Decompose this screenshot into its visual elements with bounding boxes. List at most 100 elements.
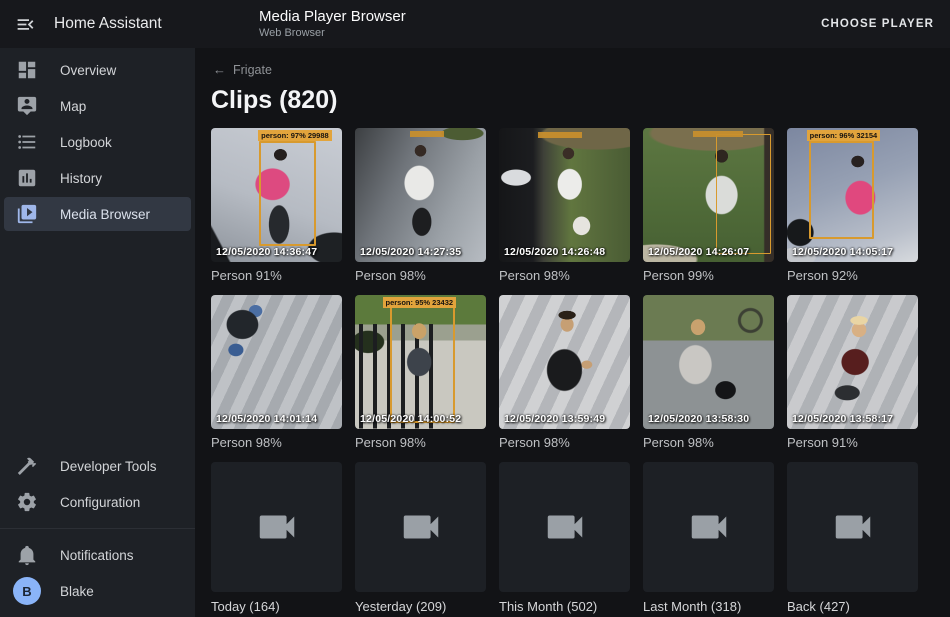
breadcrumb-back-frigate[interactable]: ← Frigate — [211, 62, 272, 77]
page-section-title: Clips (820) — [211, 86, 950, 115]
clip-caption: Person 98% — [499, 268, 630, 283]
video-camera-icon — [686, 504, 732, 550]
sidebar-spacer — [0, 232, 195, 448]
clip-caption: Person 91% — [211, 268, 342, 283]
clip-card: 12/05/2020 14:27:35 Person 98% — [355, 128, 486, 283]
sidebar-item-label: History — [60, 171, 102, 186]
folder-tile-yesterday[interactable] — [355, 462, 486, 592]
clip-card: 12/05/2020 14:26:48 Person 98% — [499, 128, 630, 283]
app-title: Home Assistant — [54, 15, 162, 33]
clip-card: person: 95% 23432 12/05/2020 14:00:52 Pe… — [355, 295, 486, 450]
clip-thumbnail[interactable]: person: 96% 32154 12/05/2020 14:05:17 — [787, 128, 918, 262]
clip-card: 12/05/2020 13:58:30 Person 98% — [643, 295, 774, 450]
clip-thumbnail[interactable]: 12/05/2020 13:58:30 — [643, 295, 774, 429]
media-browser-content: ← Frigate Clips (820) person: 97% 29988 … — [195, 48, 950, 617]
detection-label — [693, 131, 743, 137]
folder-label: Last Month (318) — [643, 599, 774, 614]
sidebar-item-label: Overview — [60, 63, 116, 78]
folder-card: Today (164) — [211, 462, 342, 614]
sidebar-item-map[interactable]: Map — [4, 89, 191, 123]
sidebar: Overview Map Logbook History Media Brows… — [0, 48, 195, 617]
folder-tile-this-month[interactable] — [499, 462, 630, 592]
clip-card: 12/05/2020 13:58:17 Person 91% — [787, 295, 918, 450]
page-subtitle: Web Browser — [259, 27, 406, 40]
video-camera-icon — [254, 504, 300, 550]
sidebar-item-label: Configuration — [60, 495, 140, 510]
clip-timestamp-overlay: 12/05/2020 14:27:35 — [360, 246, 461, 258]
detection-label — [538, 132, 582, 138]
detection-label: person: 97% 29988 — [258, 130, 332, 141]
sidebar-item-overview[interactable]: Overview — [4, 53, 191, 87]
play-box-multiple-icon — [16, 203, 38, 225]
clip-caption: Person 99% — [643, 268, 774, 283]
bell-icon — [16, 544, 38, 566]
folder-card: Back (427) — [787, 462, 918, 614]
sidebar-item-logbook[interactable]: Logbook — [4, 125, 191, 159]
back-arrow-icon: ← — [213, 62, 226, 77]
clips-grid: person: 97% 29988 12/05/2020 14:36:47 Pe… — [211, 128, 950, 614]
clip-timestamp-overlay: 12/05/2020 14:05:17 — [792, 246, 893, 258]
clip-thumbnail[interactable]: 12/05/2020 14:26:48 — [499, 128, 630, 262]
clip-card: 12/05/2020 14:26:07 Person 99% — [643, 128, 774, 283]
detection-bbox — [390, 306, 454, 423]
sidebar-item-notifications[interactable]: Notifications — [4, 538, 191, 572]
clip-timestamp-overlay: 12/05/2020 14:36:47 — [216, 246, 317, 258]
video-camera-icon — [542, 504, 588, 550]
menu-toggle-icon[interactable] — [13, 12, 37, 36]
sidebar-item-label: Developer Tools — [60, 459, 157, 474]
choose-player-button[interactable]: CHOOSE PLAYER — [805, 10, 950, 38]
clip-thumbnail[interactable]: person: 95% 23432 12/05/2020 14:00:52 — [355, 295, 486, 429]
folder-tile-today[interactable] — [211, 462, 342, 592]
detection-label — [410, 131, 444, 137]
video-camera-icon — [830, 504, 876, 550]
clip-thumbnail[interactable]: 12/05/2020 14:01:14 — [211, 295, 342, 429]
folder-tile-back[interactable] — [787, 462, 918, 592]
sidebar-item-label: Media Browser — [60, 207, 150, 222]
folder-label: Back (427) — [787, 599, 918, 614]
sidebar-item-history[interactable]: History — [4, 161, 191, 195]
detection-bbox — [809, 141, 873, 239]
hammer-icon — [16, 455, 38, 477]
breadcrumb-label: Frigate — [233, 63, 272, 77]
folder-label: Yesterday (209) — [355, 599, 486, 614]
detection-label: person: 95% 23432 — [383, 297, 457, 308]
clip-timestamp-overlay: 12/05/2020 14:01:14 — [216, 413, 317, 425]
clip-timestamp-overlay: 12/05/2020 14:00:52 — [360, 413, 461, 425]
clip-thumbnail[interactable]: 12/05/2020 13:58:17 — [787, 295, 918, 429]
clip-card: person: 97% 29988 12/05/2020 14:36:47 Pe… — [211, 128, 342, 283]
chart-box-icon — [16, 167, 38, 189]
clip-card: person: 96% 32154 12/05/2020 14:05:17 Pe… — [787, 128, 918, 283]
detection-label: person: 96% 32154 — [807, 130, 881, 141]
clip-caption: Person 98% — [643, 435, 774, 450]
clip-caption: Person 98% — [211, 435, 342, 450]
clip-timestamp-overlay: 12/05/2020 14:26:07 — [648, 246, 749, 258]
clip-timestamp-overlay: 12/05/2020 14:26:48 — [504, 246, 605, 258]
sidebar-item-configuration[interactable]: Configuration — [4, 485, 191, 519]
sidebar-header: Home Assistant — [0, 12, 195, 36]
folder-tile-last-month[interactable] — [643, 462, 774, 592]
list-bulleted-icon — [16, 131, 38, 153]
sidebar-divider — [0, 528, 195, 529]
page-header: Media Player Browser Web Browser — [259, 8, 406, 40]
sidebar-item-media-browser[interactable]: Media Browser — [4, 197, 191, 231]
clip-thumbnail[interactable]: 12/05/2020 13:59:49 — [499, 295, 630, 429]
clip-timestamp-overlay: 12/05/2020 13:58:17 — [792, 413, 893, 425]
clip-caption: Person 98% — [355, 268, 486, 283]
clip-timestamp-overlay: 12/05/2020 13:58:30 — [648, 413, 749, 425]
sidebar-item-label: Map — [60, 99, 86, 114]
detection-bbox — [259, 141, 315, 246]
clip-caption: Person 98% — [499, 435, 630, 450]
detection-bbox — [716, 134, 770, 254]
clip-timestamp-overlay: 12/05/2020 13:59:49 — [504, 413, 605, 425]
clip-thumbnail[interactable]: 12/05/2020 14:27:35 — [355, 128, 486, 262]
user-name: Blake — [60, 584, 94, 599]
user-avatar: B — [13, 577, 41, 605]
page-title: Media Player Browser — [259, 8, 406, 26]
folder-card: Last Month (318) — [643, 462, 774, 614]
app-header: Home Assistant Media Player Browser Web … — [0, 0, 950, 48]
sidebar-item-developer-tools[interactable]: Developer Tools — [4, 449, 191, 483]
sidebar-item-user[interactable]: B Blake — [4, 574, 191, 608]
clip-caption: Person 98% — [355, 435, 486, 450]
clip-thumbnail[interactable]: 12/05/2020 14:26:07 — [643, 128, 774, 262]
clip-thumbnail[interactable]: person: 97% 29988 12/05/2020 14:36:47 — [211, 128, 342, 262]
